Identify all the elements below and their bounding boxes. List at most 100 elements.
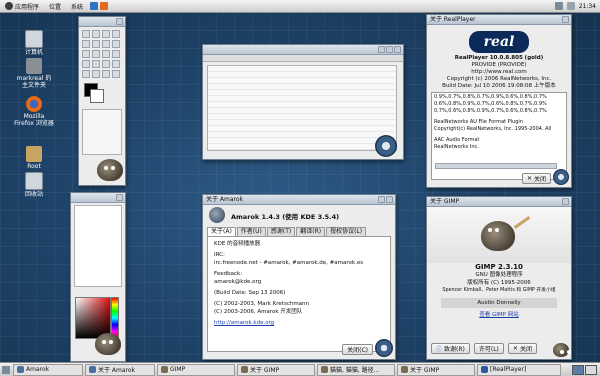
close-icon[interactable] (394, 46, 401, 53)
amarok-wolf-icon (209, 207, 225, 223)
window-titlebar[interactable]: 关于 GIMP (427, 197, 571, 207)
taskbar-item[interactable]: 关于 Amarok (85, 363, 155, 376)
minimize-icon[interactable] (378, 46, 385, 53)
desktop-icon-trash[interactable]: 回收站 (14, 172, 54, 198)
about-line: (C) 2003-2006, Amarok 开发团队 (214, 309, 303, 315)
computer-icon (25, 30, 43, 48)
tool-button[interactable] (82, 60, 90, 68)
minimize-icon[interactable] (378, 196, 385, 203)
desktop-icon-label: Mozilla Firefox 浏览器 (14, 113, 54, 127)
horizontal-scrollbar[interactable] (435, 163, 557, 169)
gimp-image-window (202, 44, 404, 160)
tool-button[interactable] (92, 60, 100, 68)
tool-button[interactable] (112, 50, 120, 58)
workspace-cell[interactable] (585, 364, 597, 375)
tool-button[interactable] (102, 50, 110, 58)
tab-thanks[interactable]: 感谢(T) (266, 227, 296, 236)
launcher-icon[interactable] (90, 2, 99, 10)
homepage-link[interactable]: http://amarok.kde.org (214, 319, 384, 327)
close-button[interactable]: ✕ 关闭 (507, 343, 537, 354)
close-icon[interactable] (386, 196, 393, 203)
window-titlebar[interactable] (203, 45, 403, 55)
taskbar-item[interactable]: 关于 GIMP (237, 363, 315, 376)
tool-button[interactable] (102, 70, 110, 78)
window-title: 关于 Amarok (206, 196, 244, 203)
tool-button[interactable] (92, 50, 100, 58)
close-icon[interactable] (116, 194, 123, 201)
plugin-info-box: 0.9%,0.7%,0.8%,0.7%,0.9%,0.6%,0.8%,0.7% … (431, 92, 567, 180)
image-canvas[interactable] (207, 65, 397, 151)
network-icon[interactable] (554, 2, 563, 10)
window-titlebar[interactable] (79, 17, 125, 27)
license-button[interactable]: 许可(L) (473, 343, 504, 354)
product-name: RealPlayer 10.0.8.805 (gold) (454, 55, 544, 61)
window-titlebar[interactable]: 关于 RealPlayer (427, 15, 571, 25)
close-icon[interactable] (562, 198, 569, 205)
plugin-code-line: 0.6%,0.8%,0.9%,0.7%,0.6%,0.8%,0.7%,0.9% (434, 101, 547, 107)
taskbar-item[interactable]: 猫猫, 猫猫, 路径... (317, 363, 395, 376)
close-button[interactable]: ✕ 关闭 (521, 173, 551, 184)
product-url[interactable]: http://www.real.com (427, 69, 571, 76)
launcher-icon[interactable] (100, 2, 109, 10)
color-swatch-bg[interactable] (90, 89, 104, 103)
close-icon[interactable] (116, 18, 123, 25)
tab-translation[interactable]: 翻译(R) (296, 227, 326, 236)
window-titlebar[interactable]: 关于 Amarok (203, 195, 395, 205)
tab-about[interactable]: 关于(A) (207, 227, 236, 236)
plugin-copyright: Copyright(c) RealNetworks, Inc. 1995-200… (434, 126, 552, 132)
tool-button[interactable] (92, 30, 100, 38)
applications-menu[interactable]: 应用程序 (0, 2, 44, 11)
tool-button[interactable] (112, 60, 120, 68)
gimp-copyright: 版权所有 (C) 1995-2006 (467, 280, 531, 286)
tool-button[interactable] (82, 30, 90, 38)
tab-license[interactable]: 授权协议(L) (326, 227, 367, 236)
desktop-icon-label: 回收站 (24, 191, 43, 198)
maximize-icon[interactable] (386, 46, 393, 53)
tool-button[interactable] (102, 30, 110, 38)
places-menu[interactable]: 位置 (44, 2, 66, 11)
desktop-icon-firefox[interactable]: Mozilla Firefox 浏览器 (14, 96, 54, 127)
tool-button[interactable] (112, 70, 120, 78)
tool-button[interactable] (82, 50, 90, 58)
tool-button[interactable] (102, 60, 110, 68)
clock[interactable]: 21:34 (579, 3, 596, 10)
tool-button[interactable] (112, 30, 120, 38)
close-button[interactable]: 关闭(C) (342, 344, 373, 355)
gimp-thumbnail-icon (553, 343, 569, 357)
tool-button[interactable] (112, 40, 120, 48)
plugin-copyright: RealNetworks Inc. (434, 144, 479, 150)
taskbar-item[interactable]: GIMP (157, 363, 235, 376)
volume-icon[interactable] (566, 2, 575, 10)
taskbar-item[interactable]: Amarok (13, 363, 83, 376)
bottom-taskbar: Amarok 关于 Amarok GIMP 关于 GIMP 猫猫, 猫猫, 路径… (0, 362, 600, 376)
gimp-about-window: 关于 GIMP GIMP 2.3.10 GNU 图像处理程序 版权所有 (C) … (426, 196, 572, 360)
desktop-icon-home[interactable]: markreal 的主文件夹 (14, 58, 54, 89)
taskbar-item[interactable]: [RealPlayer] (477, 363, 561, 376)
gimp-colors-window (70, 192, 126, 362)
show-desktop-icon[interactable] (2, 365, 10, 374)
plugin-title: RealNetworks AU File Format Plugin (434, 119, 523, 125)
workspace-switcher[interactable] (572, 364, 597, 375)
website-link[interactable]: 查看 GIMP 网站 (427, 311, 571, 319)
tool-button[interactable] (92, 70, 100, 78)
credits-button[interactable]: ⓘ 致谢(R) (431, 343, 470, 354)
tool-button[interactable] (102, 40, 110, 48)
window-titlebar[interactable] (71, 193, 125, 203)
desktop-icon-root[interactable]: Root (14, 146, 54, 170)
desktop-icon-computer[interactable]: 计算机 (14, 30, 54, 56)
tool-palette (79, 27, 125, 81)
taskbar-item-label: [RealPlayer] (490, 366, 527, 373)
tool-button[interactable] (82, 70, 90, 78)
desktop-icon-label: 计算机 (24, 49, 43, 56)
taskbar-item-label: 关于 GIMP (250, 367, 280, 374)
taskbar-item[interactable]: 关于 GIMP (397, 363, 475, 376)
tool-button[interactable] (82, 40, 90, 48)
about-line: (C) 2002-2003, Mark Kretschmann (214, 301, 310, 307)
tool-button[interactable] (92, 40, 100, 48)
amarok-about-window: 关于 Amarok Amarok 1.4.3 (使用 KDE 3.5.4) 关于… (202, 194, 396, 360)
tab-authors[interactable]: 作者(U) (236, 227, 266, 236)
workspace-cell[interactable] (572, 364, 584, 375)
close-icon[interactable] (562, 16, 569, 23)
desktop-icon-label: markreal 的主文件夹 (16, 75, 52, 89)
system-menu[interactable]: 系统 (66, 2, 88, 11)
